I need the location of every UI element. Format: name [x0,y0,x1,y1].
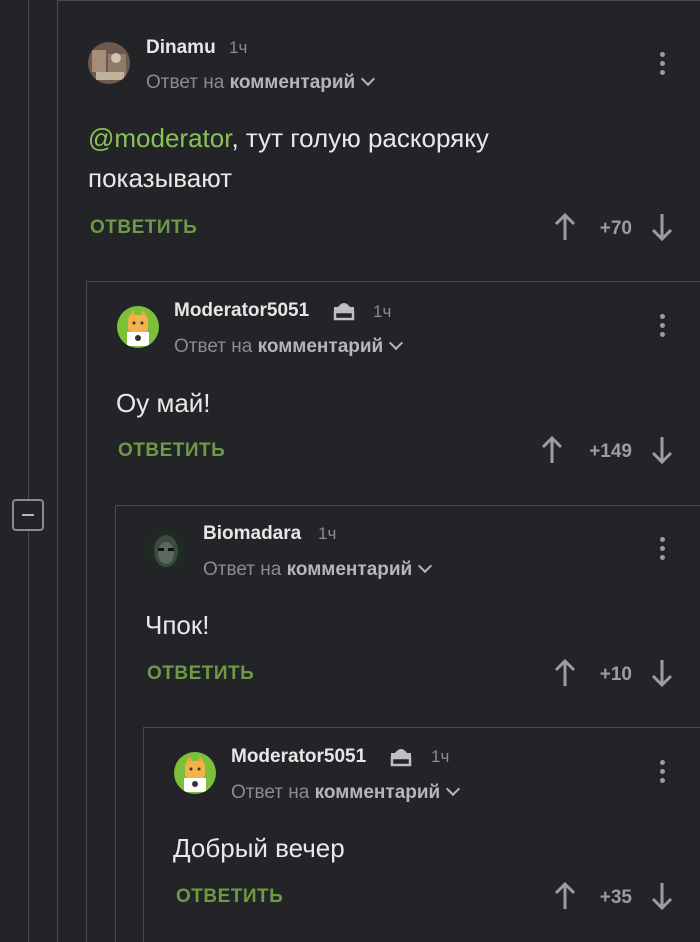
author-name[interactable]: Moderator5051 [231,746,366,768]
thread-connector-1 [86,281,700,282]
arrow-down-icon[interactable] [651,659,673,687]
thread-line-4 [115,505,116,942]
thread-line-5 [143,727,144,942]
thread-line-3 [86,281,87,942]
reply-button[interactable]: ОТВЕТИТЬ [176,886,283,908]
mention-link[interactable]: @moderator [88,123,231,153]
more-vertical-icon[interactable] [660,760,666,787]
vote-score: +70 [599,218,632,239]
author-name[interactable]: Biomadara [203,523,301,545]
collapse-minus-icon[interactable] [12,499,44,531]
reply-to[interactable]: Ответ на комментарий [174,335,404,358]
author-name[interactable]: Dinamu [146,37,216,59]
reply-target: комментарий [314,782,441,803]
reply-prefix: Ответ на [146,72,225,93]
arrow-down-icon[interactable] [651,436,673,464]
arrow-up-icon[interactable] [554,882,576,910]
reply-to[interactable]: Ответ на комментарий [203,558,433,581]
thread-connector-3 [143,727,700,728]
comment-body: Чпок! [145,610,210,640]
avatar[interactable] [88,42,130,84]
reply-to[interactable]: Ответ на комментарий [231,781,461,804]
moderator-badge-icon [390,749,412,767]
comment-body: Оу май! [116,388,211,418]
timestamp: 1ч [318,524,337,543]
moderator-badge-icon [333,303,355,321]
avatar[interactable] [117,306,159,348]
reply-target: комментарий [229,72,356,93]
arrow-up-icon[interactable] [554,213,576,241]
avatar[interactable] [174,752,216,794]
vote-score: +149 [589,441,632,462]
reply-button[interactable]: ОТВЕТИТЬ [118,440,225,462]
timestamp: 1ч [431,747,450,766]
chevron-down-icon [418,558,433,574]
comment-body: @moderator, тут голую раскоряку показыва… [88,118,608,198]
reply-prefix: Ответ на [174,336,253,357]
thread-connector-2 [115,505,700,506]
arrow-up-icon[interactable] [554,659,576,687]
timestamp: 1ч [229,38,248,57]
reply-button[interactable]: ОТВЕТИТЬ [147,663,254,685]
chevron-down-icon [361,71,376,87]
reply-prefix: Ответ на [231,782,310,803]
thread-line-2 [57,0,58,942]
thread-line-1 [28,0,29,942]
arrow-down-icon[interactable] [651,213,673,241]
reply-target: комментарий [286,559,413,580]
thread-top-connector [57,0,700,1]
reply-target: комментарий [257,336,384,357]
arrow-down-icon[interactable] [651,882,673,910]
timestamp: 1ч [373,302,392,321]
more-vertical-icon[interactable] [660,52,666,79]
arrow-up-icon[interactable] [541,436,563,464]
avatar[interactable] [145,529,187,571]
vote-score: +10 [599,664,632,685]
chevron-down-icon [389,335,404,351]
reply-to[interactable]: Ответ на комментарий [146,71,376,94]
reply-button[interactable]: ОТВЕТИТЬ [90,217,197,239]
more-vertical-icon[interactable] [660,314,666,341]
author-name[interactable]: Moderator5051 [174,300,309,322]
comment-body: Добрый вечер [173,833,345,863]
more-vertical-icon[interactable] [660,537,666,564]
vote-score: +35 [599,887,632,908]
chevron-down-icon [446,781,461,797]
reply-prefix: Ответ на [203,559,282,580]
